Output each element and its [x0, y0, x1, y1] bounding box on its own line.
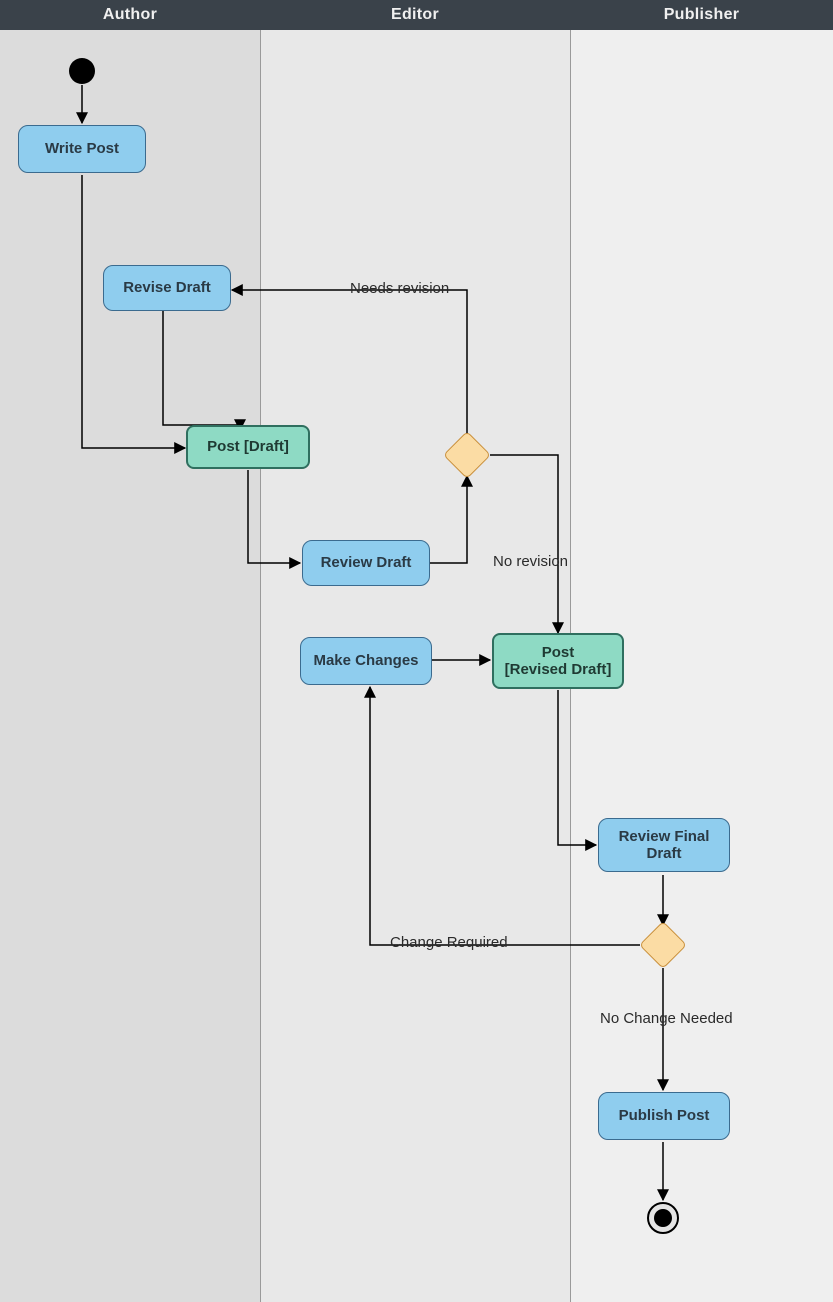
- start-node-icon: [69, 58, 95, 84]
- label-change-required: Change Required: [390, 934, 508, 951]
- object-post-revised-draft: Post [Revised Draft]: [492, 633, 624, 689]
- lane-author-body: [0, 30, 260, 1302]
- lane-author-header: Author: [0, 0, 260, 30]
- activity-review-draft: Review Draft: [302, 540, 430, 586]
- activity-review-final-draft: Review Final Draft: [598, 818, 730, 872]
- end-node-inner: [654, 1209, 672, 1227]
- object-post-draft: Post [Draft]: [186, 425, 310, 469]
- lane-author: [0, 0, 260, 1302]
- lane-editor-header: Editor: [260, 0, 570, 30]
- activity-make-changes: Make Changes: [300, 637, 432, 685]
- label-needs-revision: Needs revision: [350, 280, 449, 297]
- label-no-change-needed: No Change Needed: [600, 1010, 733, 1027]
- activity-diagram: Author Editor Publisher: [0, 0, 833, 1302]
- lane-publisher-header: Publisher: [570, 0, 833, 30]
- end-node-icon: [647, 1202, 679, 1234]
- activity-publish-post: Publish Post: [598, 1092, 730, 1140]
- activity-write-post: Write Post: [18, 125, 146, 173]
- activity-revise-draft: Revise Draft: [103, 265, 231, 311]
- label-no-revision: No revision: [493, 553, 568, 570]
